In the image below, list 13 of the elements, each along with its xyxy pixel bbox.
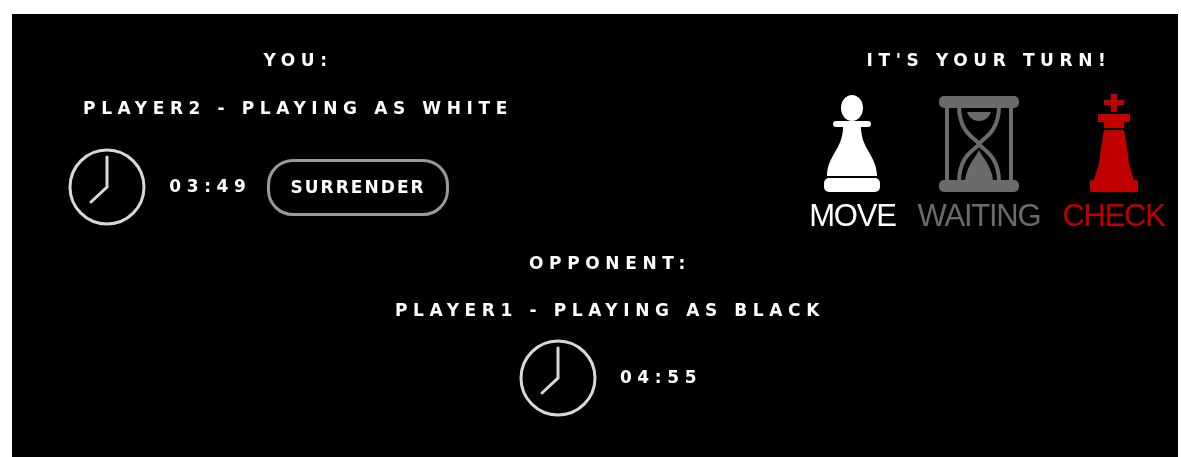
player-info: PLAYER1 - PLAYING AS BLACK [395, 299, 825, 322]
clock-icon [517, 337, 598, 418]
section-heading: OPPONENT: [529, 251, 691, 275]
turn-status: IT'S YOUR TURN! [865, 49, 1112, 72]
timer: 04:55 [619, 365, 703, 389]
status-label: CHECK [1062, 199, 1165, 231]
player-info: PLAYER2 - PLAYING AS WHITE [83, 96, 513, 120]
timer: 03:49 [169, 175, 252, 199]
clock-icon [67, 147, 148, 227]
status-label: WAITING [917, 199, 1041, 231]
surrender-button[interactable]: SURRENDER [267, 158, 449, 216]
section-heading: YOU: [263, 49, 333, 72]
status-label: MOVE [809, 199, 896, 231]
